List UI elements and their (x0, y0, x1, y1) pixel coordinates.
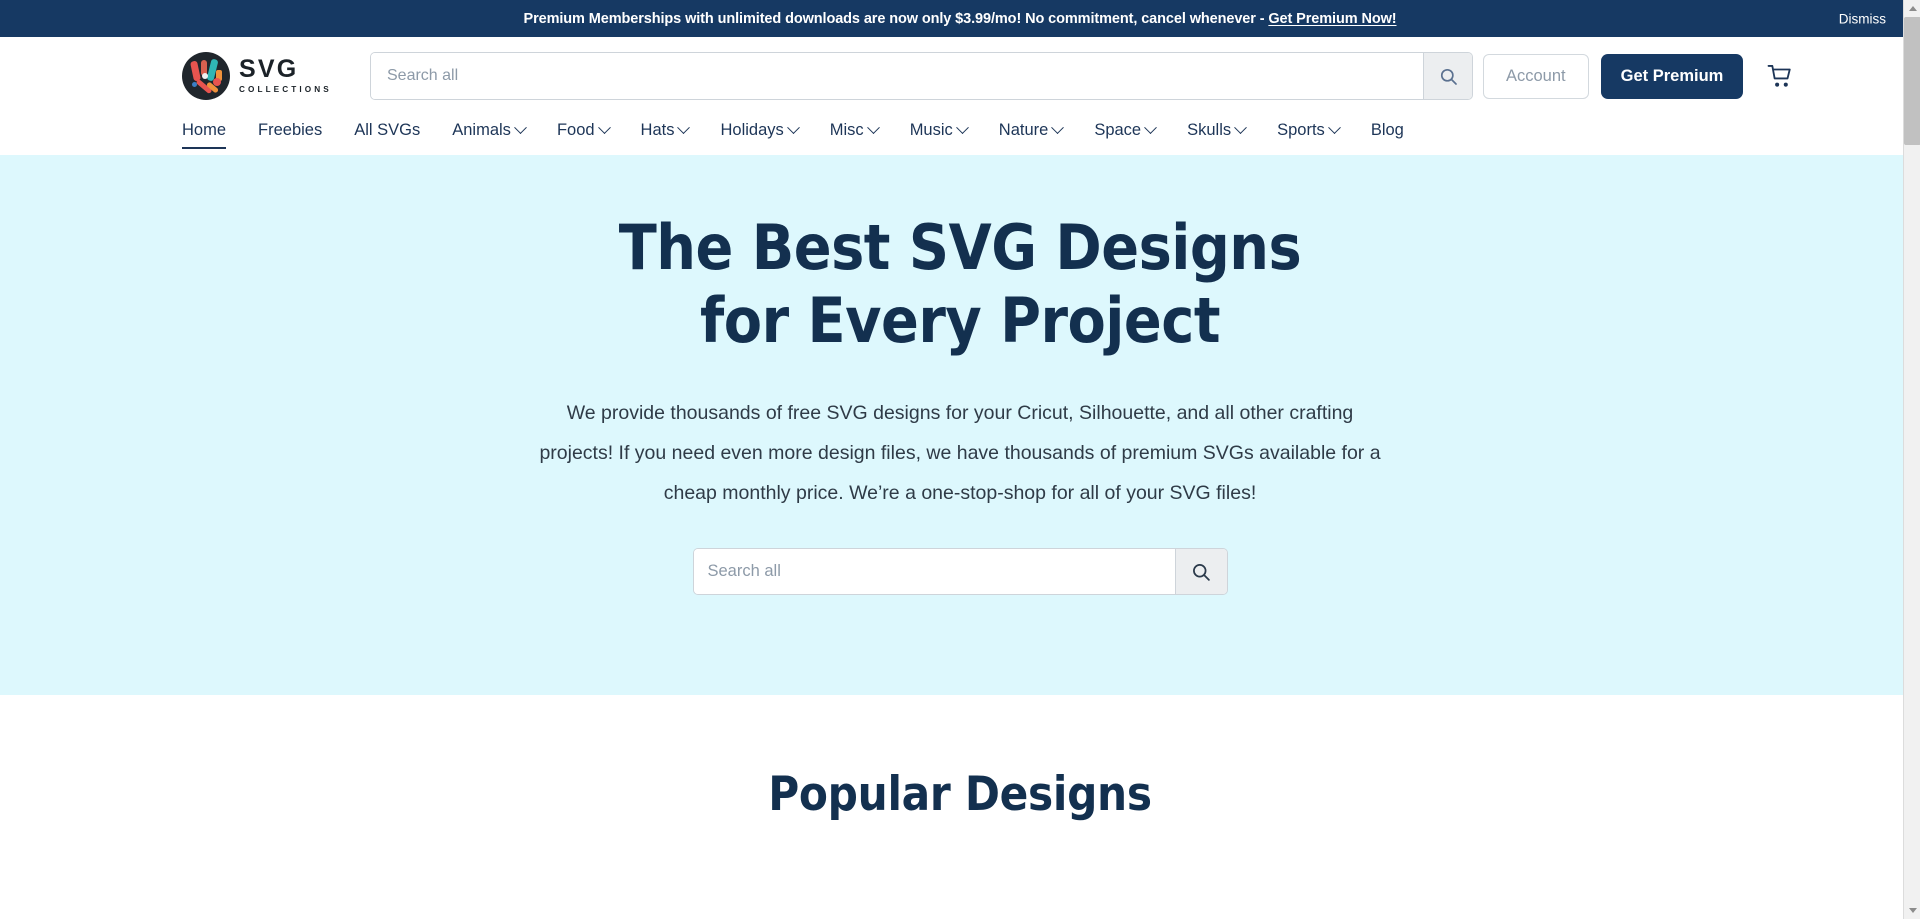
nav-item-misc[interactable]: Misc (814, 115, 894, 145)
chevron-down-icon (866, 120, 880, 134)
header-search-bar (370, 52, 1473, 100)
site-header: SVG COLLECTIONS Account Get Premium (0, 37, 1920, 155)
dismiss-banner-button[interactable]: Dismiss (1839, 11, 1886, 26)
nav-item-label: Skulls (1187, 120, 1232, 139)
header-search-button[interactable] (1423, 53, 1472, 99)
site-logo[interactable]: SVG COLLECTIONS (182, 52, 332, 100)
shopping-cart-icon (1767, 64, 1791, 87)
nav-item-nature[interactable]: Nature (983, 115, 1079, 145)
announcement-banner: Premium Memberships with unlimited downl… (0, 0, 1920, 37)
chevron-up-icon (1908, 6, 1917, 11)
nav-item-label: Sports (1277, 120, 1325, 139)
nav-item-label: Space (1094, 120, 1142, 139)
get-premium-now-link[interactable]: Get Premium Now! (1268, 11, 1396, 27)
nav-item-label: Misc (829, 120, 864, 139)
search-icon (1193, 563, 1210, 581)
chevron-down-icon (677, 120, 691, 134)
chevron-down-icon (1327, 120, 1341, 134)
main-navigation: Home Freebies All SVGs Animals Food Hats… (0, 115, 1920, 155)
hero-search-bar (692, 548, 1228, 595)
popular-designs-section: Popular Designs (0, 695, 1920, 822)
hero-paragraph: We provide thousands of free SVG designs… (539, 402, 1381, 504)
hero-search-input[interactable] (693, 549, 1175, 594)
nav-item-label: Hats (640, 120, 675, 139)
chevron-down-icon (1144, 120, 1157, 134)
nav-item-freebies[interactable]: Freebies (242, 115, 338, 145)
nav-item-label: Nature (998, 120, 1049, 139)
svg-collections-logo-mark-icon (182, 52, 230, 100)
logo-wordmark: SVG COLLECTIONS (239, 57, 332, 94)
get-premium-button[interactable]: Get Premium (1600, 53, 1744, 99)
nav-item-food[interactable]: Food (541, 115, 625, 145)
hero-search-button[interactable] (1174, 549, 1227, 594)
nav-item-label: All SVGs (354, 120, 421, 139)
hero-heading-line-1: The Best SVG Designs (618, 211, 1302, 284)
chevron-down-icon (955, 120, 969, 134)
account-button[interactable]: Account (1483, 53, 1589, 99)
cart-button[interactable] (1755, 64, 1812, 89)
nav-item-hats[interactable]: Hats (625, 115, 705, 145)
chevron-down-icon (514, 120, 527, 134)
nav-item-label: Home (182, 120, 227, 139)
header-search-input[interactable] (371, 53, 1423, 99)
chevron-down-icon (597, 120, 611, 134)
chevron-down-icon (1234, 120, 1247, 134)
scrollbar-thumb[interactable] (1904, 17, 1920, 145)
nav-item-blog[interactable]: Blog (1355, 115, 1420, 145)
nav-item-label: Animals (452, 120, 511, 139)
chevron-down-icon (1908, 908, 1917, 913)
nav-item-music[interactable]: Music (894, 115, 983, 145)
announcement-message: Premium Memberships with unlimited downl… (523, 10, 1269, 27)
chevron-down-icon (1051, 120, 1065, 134)
nav-item-space[interactable]: Space (1078, 115, 1171, 145)
hero-heading-line-2: for Every Project (700, 284, 1220, 357)
nav-item-all-svgs[interactable]: All SVGs (338, 115, 436, 145)
logo-secondary-text: COLLECTIONS (239, 85, 332, 95)
search-icon (1440, 68, 1457, 85)
announcement-text: Premium Memberships with unlimited downl… (524, 11, 1397, 27)
hero-section: The Best SVG Designs for Every Project W… (0, 155, 1920, 695)
popular-designs-heading: Popular Designs (768, 767, 1152, 822)
header-actions: Account Get Premium (1483, 53, 1812, 99)
nav-item-label: Freebies (258, 120, 323, 139)
hero-heading: The Best SVG Designs for Every Project (619, 211, 1302, 357)
scrollbar-up-arrow[interactable] (1904, 0, 1920, 17)
nav-item-skulls[interactable]: Skulls (1171, 115, 1261, 145)
logo-primary-text: SVG (239, 55, 299, 84)
chevron-down-icon (786, 120, 800, 134)
nav-item-holidays[interactable]: Holidays (704, 115, 813, 145)
nav-item-label: Holidays (720, 120, 784, 139)
scrollbar-down-arrow[interactable] (1904, 902, 1920, 919)
page-scrollbar[interactable] (1903, 0, 1920, 919)
nav-item-home[interactable]: Home (182, 115, 242, 149)
header-top-row: SVG COLLECTIONS Account Get Premium (0, 37, 1920, 115)
nav-item-sports[interactable]: Sports (1261, 115, 1355, 145)
nav-item-label: Food (556, 120, 595, 139)
nav-item-label: Blog (1370, 120, 1404, 139)
nav-item-animals[interactable]: Animals (436, 115, 541, 145)
nav-item-label: Music (909, 120, 953, 139)
